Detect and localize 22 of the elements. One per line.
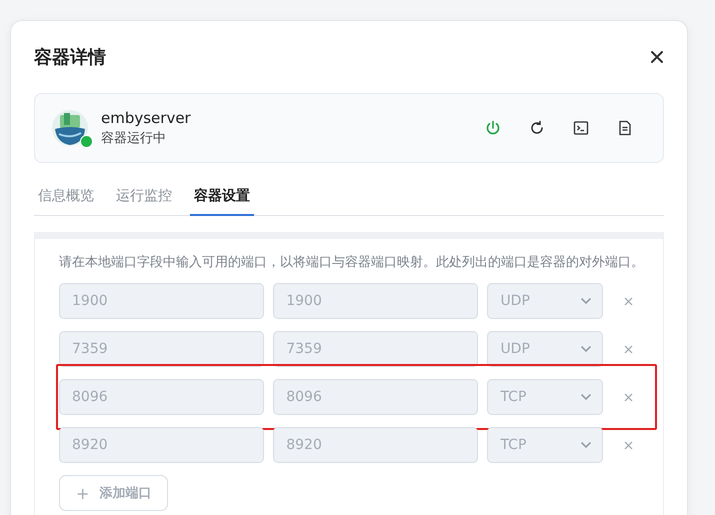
dialog-title: 容器详情 (34, 46, 106, 69)
document-icon (617, 120, 633, 136)
chevron-down-icon (580, 345, 592, 353)
chevron-down-icon (580, 441, 592, 449)
close-icon (624, 392, 633, 402)
hint-text: 请在本地端口字段中输入可用的端口，以将端口与容器端口映射。此处列出的端口是容器的对外端口。 (59, 254, 639, 271)
close-icon (624, 440, 633, 450)
tab[interactable]: 信息概览 (34, 183, 98, 216)
close-icon (624, 296, 633, 306)
add-port-button[interactable]: + 添加端口 (59, 475, 168, 511)
tab[interactable]: 容器设置 (190, 183, 254, 216)
power-icon (485, 120, 501, 136)
container-status: 容器运行中 (101, 130, 167, 147)
chevron-down-icon (580, 297, 592, 305)
terminal-icon (573, 120, 589, 136)
close-icon (624, 344, 633, 354)
refresh-icon (529, 120, 545, 136)
app-logo-icon (51, 109, 89, 147)
close-icon (650, 50, 664, 64)
chevron-down-icon (580, 393, 592, 401)
container-name: embyserver (101, 109, 191, 127)
tab[interactable]: 运行监控 (112, 183, 176, 216)
